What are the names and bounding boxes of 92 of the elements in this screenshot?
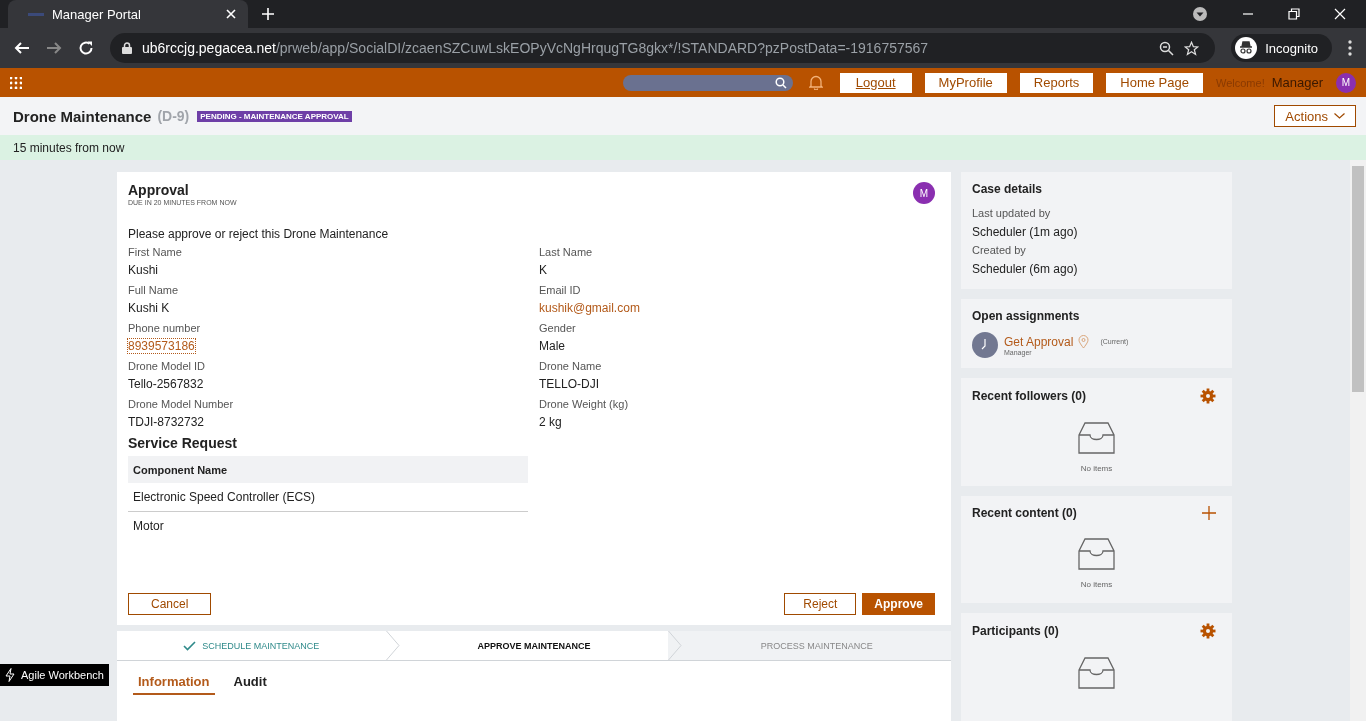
address-bar[interactable]: ub6rccjg.pegacea.net/prweb/app/SocialDI/zcaenSZCuwLskEOPyVcNgHrqugTG8gkx*/!STANDARD?pzPostData=-1916757567 <box>110 33 1216 63</box>
field-value[interactable]: kushik@gmail.com <box>539 301 640 315</box>
field-label: Drone Model Number <box>128 397 235 412</box>
reload-icon[interactable] <box>78 40 94 56</box>
field-value: TELLO-DJI <box>539 377 599 391</box>
tab-title: Manager Portal <box>52 6 142 22</box>
table-cell-text: Motor <box>132 518 165 535</box>
assignment-link[interactable]: Get Approval <box>1004 334 1074 349</box>
new-tab-icon[interactable] <box>262 8 274 20</box>
detail-label: Created by <box>972 243 1027 258</box>
empty-text: No items <box>1080 579 1113 589</box>
detail-label: Last updated by <box>972 206 1052 221</box>
restore-icon[interactable] <box>1288 8 1300 20</box>
case-id: (D-9) <box>157 108 190 124</box>
close-icon[interactable] <box>226 9 236 19</box>
lock-icon <box>122 42 132 54</box>
settings-icon[interactable] <box>1200 388 1216 404</box>
cancel-button[interactable]: Cancel <box>128 593 212 616</box>
location-pin-icon <box>1078 334 1090 349</box>
url-text: ub6rccjg.pegacea.net/prweb/app/SocialDI/zcaenSZCuwLskEOPyVcNgHrqugTG8gkx*/!STANDARD?pzPostData=-1916757567 <box>142 40 929 56</box>
zoom-out-icon[interactable] <box>1159 40 1175 56</box>
field-value[interactable]: 8939573186 <box>128 339 195 353</box>
panel-title: Open assignments <box>972 309 1081 323</box>
field-label: Email ID <box>539 283 582 298</box>
empty-tray-icon <box>1078 537 1115 570</box>
lightning-icon <box>5 668 15 682</box>
star-icon[interactable] <box>1184 40 1200 56</box>
app-grid-icon[interactable] <box>10 76 22 89</box>
detail-value: Scheduler (6m ago) <box>972 261 1079 278</box>
field-value: Kushi K <box>128 301 170 315</box>
panel-title: Participants (0) <box>972 624 1059 639</box>
field-value: Kushi <box>128 263 159 277</box>
nav-button[interactable]: Reports <box>1019 72 1094 93</box>
field-label: Drone Name <box>539 359 603 374</box>
panel-title: Recent followers (0) <box>972 389 1087 403</box>
menu-icon[interactable] <box>1348 40 1352 56</box>
settings-icon[interactable] <box>1200 623 1216 640</box>
instruction-text: Please approve or reject this Drone Maintenance <box>128 227 390 241</box>
actions-button[interactable]: Actions <box>1274 105 1356 127</box>
tab[interactable]: Audit <box>228 673 272 696</box>
field-label: Phone number <box>128 321 202 336</box>
approve-button[interactable]: Approve <box>862 593 935 616</box>
clock-icon <box>972 332 998 358</box>
add-icon[interactable] <box>1202 505 1216 520</box>
browser-tab[interactable]: Manager Portal <box>8 0 248 28</box>
search-icon <box>774 76 787 89</box>
empty-tray-icon <box>1078 422 1115 454</box>
caret-icon <box>1334 113 1345 119</box>
incognito-icon <box>1235 37 1258 59</box>
favicon-icon <box>28 12 44 16</box>
bell-icon[interactable] <box>808 75 823 90</box>
user-avatar[interactable]: M <box>1336 72 1356 93</box>
column-header: Component Name <box>128 456 528 483</box>
assignee-avatar: M <box>913 182 935 204</box>
field-value: K <box>539 263 547 277</box>
empty-tray-icon <box>1078 657 1115 690</box>
search-field[interactable] <box>622 74 793 91</box>
field-label: Drone Weight (kg) <box>539 397 630 412</box>
forward-icon[interactable] <box>46 40 62 56</box>
user-name[interactable]: Manager <box>1271 75 1323 90</box>
agile-workbench-button[interactable]: Agile Workbench <box>0 664 109 686</box>
empty-text: No items <box>1080 464 1113 473</box>
stage-step: PROCESS MAINTENANCE <box>682 631 951 661</box>
status-badge: PENDING - MAINTENANCE APPROVAL <box>197 110 352 122</box>
section-title: Service Request <box>128 435 238 451</box>
nav-button[interactable]: Logout <box>839 72 912 93</box>
check-icon <box>183 640 197 651</box>
field-value: TDJI-8732732 <box>128 415 205 429</box>
nav-button[interactable]: MyProfile <box>924 72 1007 93</box>
banner-text: 15 minutes from now <box>13 140 125 155</box>
case-title: Drone Maintenance <box>13 107 152 125</box>
field-label: Gender <box>539 321 577 336</box>
detail-value: Scheduler (1m ago) <box>972 224 1079 241</box>
field-label: Drone Model ID <box>128 359 207 374</box>
back-icon[interactable] <box>14 40 30 56</box>
field-label: Last Name <box>539 245 594 260</box>
nav-button[interactable]: Home Page <box>1106 72 1203 93</box>
table-cell: Electronic Speed Controller (ECS) <box>128 483 528 512</box>
approval-title: Approval <box>128 182 190 198</box>
field-value: 2 kg <box>539 415 562 429</box>
field-label: First Name <box>128 245 183 260</box>
tab[interactable]: Information <box>133 673 215 696</box>
field-value: Tello-2567832 <box>128 377 204 391</box>
field-label: Full Name <box>128 283 180 298</box>
scrollbar[interactable] <box>1350 160 1366 721</box>
reject-button[interactable]: Reject <box>784 593 857 616</box>
panel-title: Case details <box>972 182 1044 196</box>
field-value: Male <box>539 339 565 353</box>
panel-title: Recent content (0) <box>972 505 1077 520</box>
incognito-badge[interactable]: Incognito <box>1231 34 1332 62</box>
close-icon[interactable] <box>1334 8 1346 20</box>
dropdown-icon[interactable] <box>1192 6 1208 22</box>
